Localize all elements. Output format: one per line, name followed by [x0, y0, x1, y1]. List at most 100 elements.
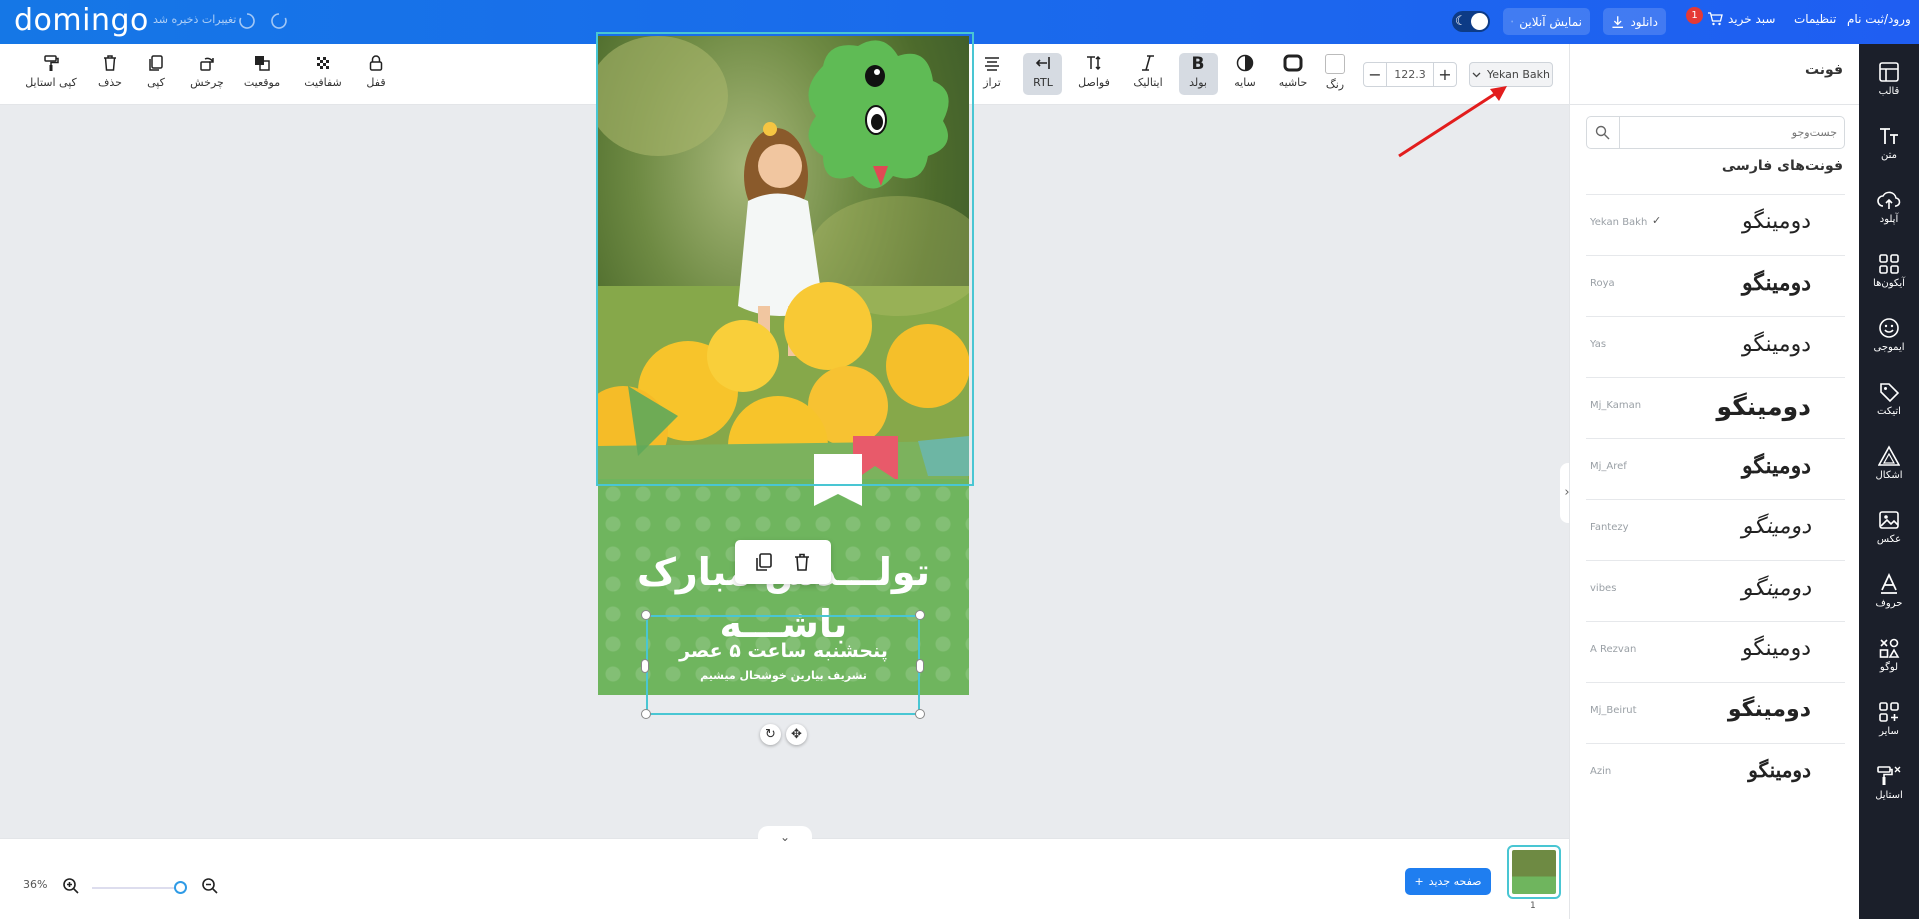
sidebar-item-label: آیکون‌ها: [1873, 278, 1905, 289]
paint-roller-icon: [1877, 766, 1901, 785]
font-item-mj-beirut[interactable]: Mj_Beirut دومینگو: [1586, 682, 1845, 743]
sidebar-item-label: ایموجی: [1873, 342, 1905, 353]
sidebar-item-sticker[interactable]: اتیکت: [1859, 381, 1919, 417]
font-name: Azin: [1590, 766, 1612, 777]
sidebar-item-label: آپلود: [1879, 214, 1899, 225]
font-preview: دومینگو: [1742, 270, 1811, 296]
sidebar-item-text[interactable]: متن: [1859, 125, 1919, 161]
smiley-icon: [1879, 318, 1899, 338]
font-item-a-rezvan[interactable]: A Rezvan دومینگو: [1586, 621, 1845, 682]
font-search-input[interactable]: [1621, 117, 1837, 148]
lock-tool[interactable]: قفل: [346, 54, 406, 89]
font-item-vibes[interactable]: vibes دومینگو: [1586, 560, 1845, 621]
font-item-mj-kaman[interactable]: Mj_Kaman دومینگو: [1586, 377, 1845, 438]
sidebar-item-upload[interactable]: آپلود: [1859, 189, 1919, 225]
search-divider: [1619, 117, 1620, 148]
font-item-mj-aref[interactable]: Mj_Aref دومینگو: [1586, 438, 1845, 499]
resize-handle-tr[interactable]: [915, 610, 925, 620]
trash-icon[interactable]: [792, 552, 812, 572]
search-icon[interactable]: [1595, 125, 1610, 140]
new-page-button[interactable]: + صفحه جدید: [1405, 868, 1491, 895]
redo-icon[interactable]: [270, 12, 288, 30]
preview-online-button[interactable]: نمایش آنلاین: [1503, 8, 1590, 35]
resize-handle-right[interactable]: [916, 659, 924, 673]
rotate-icon: [200, 57, 214, 71]
opacity-tool[interactable]: شفافیت: [293, 54, 353, 89]
sidebar-item-template[interactable]: قالب: [1859, 61, 1919, 97]
font-preview: دومینگو: [1742, 514, 1811, 539]
position-tool[interactable]: موقعیت: [232, 54, 292, 89]
resize-handle-bl[interactable]: [641, 709, 651, 719]
pages-expand-tab[interactable]: ⌄: [758, 826, 812, 846]
sidebar-item-label: قالب: [1878, 86, 1900, 97]
font-item-roya[interactable]: Roya دومینگو: [1586, 255, 1845, 316]
toggle-knob: [1471, 13, 1488, 30]
resize-handle-tl[interactable]: [641, 610, 651, 620]
decrease-size-button[interactable]: −: [1364, 65, 1386, 84]
cloud-upload-icon: [1877, 191, 1901, 209]
font-name: A Rezvan: [1590, 644, 1637, 655]
sidebar-item-shapes[interactable]: اشکال: [1859, 445, 1919, 481]
settings-link[interactable]: تنظیمات: [1794, 12, 1836, 26]
persian-fonts-heading: فونت‌های فارسی: [1721, 158, 1843, 174]
cart-icon: [1708, 12, 1723, 26]
text-spacing-icon: [1087, 55, 1101, 71]
rotate-handle[interactable]: ↻: [760, 724, 781, 745]
cart-count-badge: 1: [1686, 7, 1703, 24]
sidebar-item-label: اتیکت: [1877, 406, 1901, 417]
border-icon: [1283, 54, 1303, 72]
dark-mode-toggle[interactable]: ☾: [1452, 11, 1490, 32]
spacing-tool[interactable]: فواصل: [1064, 54, 1124, 89]
apps-plus-icon: [1879, 702, 1899, 722]
zoom-level: 36%: [23, 878, 48, 891]
page-number: 1: [1530, 901, 1536, 911]
font-item-yekan-bakh[interactable]: Yekan Bakh ✓ دومینگو: [1586, 194, 1845, 255]
spacing-label: فواصل: [1078, 76, 1110, 89]
sidebar-item-emoji[interactable]: ایموجی: [1859, 317, 1919, 353]
copy-style-tool[interactable]: کپی استایل: [21, 54, 81, 89]
login-link[interactable]: ورود/ثبت نام: [1847, 12, 1911, 26]
italic-icon: [1142, 55, 1154, 71]
resize-handle-br[interactable]: [915, 709, 925, 719]
sidebar-item-label: عکس: [1876, 534, 1902, 545]
font-item-fantezy[interactable]: Fantezy دومینگو: [1586, 499, 1845, 560]
sidebar-item-label: متن: [1881, 150, 1897, 161]
domingo-logo[interactable]: domingo: [14, 3, 149, 38]
cart-button[interactable]: سبد خرید: [1707, 12, 1775, 26]
duplicate-icon[interactable]: [754, 552, 774, 572]
annotation-arrow: [1398, 86, 1507, 158]
zoom-in-icon[interactable]: [62, 877, 80, 895]
sidebar-item-logo[interactable]: لوگو: [1859, 637, 1919, 673]
font-item-yas[interactable]: Yas دومینگو: [1586, 316, 1845, 377]
font-name: vibes: [1590, 583, 1617, 594]
template-icon: [1879, 62, 1899, 82]
font-name: Mj_Beirut: [1590, 705, 1637, 716]
move-icon: ✥: [791, 727, 802, 742]
sidebar-item-letters[interactable]: حروف: [1859, 573, 1919, 609]
rotate-tool[interactable]: چرخش: [177, 54, 237, 89]
align-icon: [985, 57, 999, 71]
zoom-slider-track[interactable]: [92, 887, 180, 889]
sidebar-item-style[interactable]: استایل: [1859, 765, 1919, 801]
download-icon: [1612, 15, 1624, 28]
zoom-slider-knob[interactable]: [174, 881, 187, 894]
sidebar-item-label: سایر: [1879, 726, 1899, 737]
download-button[interactable]: دانلود: [1603, 8, 1666, 35]
font-preview: دومینگو: [1742, 636, 1811, 661]
resize-handle-left[interactable]: [641, 659, 649, 673]
zoom-out-icon[interactable]: [201, 877, 219, 895]
tag-icon: [1880, 383, 1900, 403]
undo-icon[interactable]: [238, 12, 256, 30]
text-icon: [1880, 128, 1898, 144]
font-item-azin[interactable]: Azin دومینگو: [1586, 743, 1845, 804]
bold-icon: B: [1192, 54, 1205, 72]
font-name: Yas: [1590, 339, 1607, 350]
color-tool[interactable]: رنگ: [1305, 54, 1365, 91]
sidebar-item-photo[interactable]: عکس: [1859, 509, 1919, 545]
font-list: Yekan Bakh ✓ دومینگو Roya دومینگو Yas دو…: [1586, 194, 1845, 804]
sidebar-item-icons[interactable]: آیکون‌ها: [1859, 253, 1919, 289]
sidebar-item-other[interactable]: سایر: [1859, 701, 1919, 737]
page-thumbnail[interactable]: [1507, 845, 1561, 899]
new-page-label: صفحه جدید: [1428, 875, 1482, 888]
move-handle[interactable]: ✥: [786, 724, 807, 745]
